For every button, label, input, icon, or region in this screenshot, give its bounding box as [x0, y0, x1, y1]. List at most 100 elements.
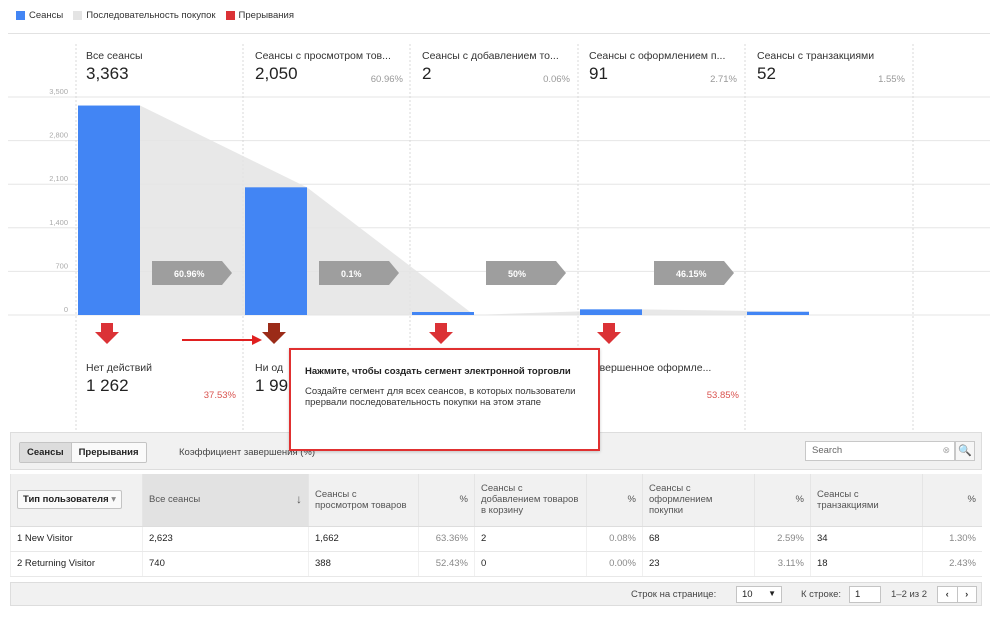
tab-sessions[interactable]: Сеансы — [20, 443, 71, 462]
dropoff-pct: 53.85% — [706, 390, 739, 401]
dropoff-arrow-icon — [429, 323, 453, 344]
stage-name: Сеансы с просмотром тов... — [255, 50, 391, 62]
cell-value: 2 — [474, 526, 587, 552]
dropoff-name: завершенное оформле... — [589, 362, 712, 374]
search-icon[interactable]: 🔍 — [955, 441, 975, 461]
conversion-rate-label: 60.96% — [174, 269, 205, 279]
goto-row-label: К строке: — [801, 589, 842, 600]
stage-header-transactions[interactable]: Сеансы с транзакциями 52 1.55% — [751, 46, 915, 98]
col-header-all-sessions[interactable]: Все сеансы ↓ — [142, 474, 309, 527]
goto-row-input[interactable]: 1 — [849, 586, 881, 603]
col-header-product-view[interactable]: Сеансы с просмотром товаров — [308, 474, 419, 527]
cell-pct: 0.00% — [586, 551, 643, 577]
rows-per-page-label: Строк на странице: — [631, 589, 717, 600]
dimension-header: Тип пользователя ▾ — [10, 474, 143, 527]
stage-header-add-to-cart[interactable]: Сеансы с добавлением то... 2 0.06% — [416, 46, 580, 98]
col-header-checkout[interactable]: Сеансы с оформлением покупки — [642, 474, 755, 527]
col-label: Все сеансы — [149, 494, 201, 506]
y-tick-label: 700 — [55, 261, 68, 270]
col-header-transactions[interactable]: Сеансы с транзакциями — [810, 474, 923, 527]
col-header-pct[interactable]: % — [754, 474, 811, 527]
stage-name: Все сеансы — [86, 50, 143, 62]
funnel-shading — [307, 187, 474, 315]
cell-value: 23 — [642, 551, 755, 577]
cell-pct: 1.30% — [922, 526, 982, 552]
cell-value: 68 — [642, 526, 755, 552]
stage-pct: 1.55% — [878, 74, 905, 85]
view-toggle: Сеансы Прерывания — [19, 442, 147, 463]
conversion-rate-label: 46.15% — [676, 269, 707, 279]
cell-value: 388 — [308, 551, 419, 577]
cell-value: 2,623 — [142, 526, 309, 552]
dropoff-arrow-icon — [95, 323, 119, 344]
pager-buttons: ‹ › — [937, 586, 977, 603]
dimension-label: Тип пользователя — [23, 494, 109, 506]
dropoff-arrow-icon — [597, 323, 621, 344]
dimension-select[interactable]: Тип пользователя ▾ — [17, 490, 123, 510]
page-range: 1–2 из 2 — [891, 589, 928, 600]
chevron-down-icon: ▾ — [111, 494, 117, 506]
cell-value: 740 — [142, 551, 309, 577]
clear-icon[interactable]: ⊗ — [942, 445, 950, 456]
search-input[interactable]: Search ⊗ — [805, 441, 955, 461]
col-header-pct[interactable]: % — [922, 474, 982, 527]
cell-value: 0 — [474, 551, 587, 577]
rows-per-page-value: 10 — [742, 589, 753, 600]
rows-per-page-select[interactable]: 10 ▼ — [736, 586, 782, 603]
annotation-arrowhead — [252, 335, 262, 345]
create-segment-tooltip[interactable]: Нажмите, чтобы создать сегмент электронн… — [289, 348, 600, 451]
funnel-bar — [412, 312, 474, 315]
table-header-row: Тип пользователя ▾ Все сеансы ↓ Сеансы с… — [10, 474, 982, 527]
stage-name: Сеансы с оформлением п... — [589, 50, 726, 62]
stage-name: Сеансы с транзакциями — [757, 50, 875, 62]
cell-value: 18 — [810, 551, 923, 577]
cell-pct: 3.11% — [754, 551, 811, 577]
table-row: 1 New Visitor 2,623 1,662 63.36% 2 0.08%… — [10, 526, 982, 552]
cell-pct: 2.59% — [754, 526, 811, 552]
funnel-bar — [747, 311, 809, 315]
col-header-pct[interactable]: % — [418, 474, 475, 527]
sort-arrow-icon: ↓ — [296, 492, 302, 507]
y-tick-label: 2,800 — [49, 131, 68, 140]
y-tick-label: 2,100 — [49, 174, 68, 183]
cell-pct: 0.08% — [586, 526, 643, 552]
cell-dimension[interactable]: 1 New Visitor — [10, 526, 143, 552]
col-header-add-to-cart[interactable]: Сеансы с добавлением товаров в корзину — [474, 474, 587, 527]
dropoff-name: Нет действий — [86, 362, 152, 374]
next-page-button[interactable]: › — [956, 587, 977, 602]
conversion-rate-label: 50% — [508, 269, 526, 279]
funnel-bar — [78, 105, 140, 315]
dropoff-arrow-icon — [262, 323, 286, 344]
dropoff-box-checkout[interactable]: завершенное оформле... 9 53.85% — [583, 354, 747, 416]
dropoff-box-no-action[interactable]: Нет действий 1 262 37.53% — [80, 354, 244, 416]
cell-value: 1,662 — [308, 526, 419, 552]
y-tick-label: 0 — [64, 305, 68, 314]
stage-value: 3,363 — [86, 64, 129, 83]
prev-page-button[interactable]: ‹ — [938, 587, 957, 602]
table-pager: Строк на странице: 10 ▼ К строке: 1 1–2 … — [10, 582, 982, 606]
tab-abandonments[interactable]: Прерывания — [70, 443, 146, 462]
tooltip-title: Нажмите, чтобы создать сегмент электронн… — [305, 366, 571, 377]
stage-header-all[interactable]: Все сеансы 3,363 — [80, 46, 244, 98]
chevron-down-icon: ▼ — [768, 589, 776, 598]
cell-pct: 2.43% — [922, 551, 982, 577]
stage-header-product-view[interactable]: Сеансы с просмотром тов... 2,050 60.96% — [249, 46, 413, 98]
col-header-pct[interactable]: % — [586, 474, 643, 527]
y-tick-label: 1,400 — [49, 218, 68, 227]
stage-name: Сеансы с добавлением то... — [422, 50, 559, 62]
dropoff-pct: 37.53% — [203, 390, 236, 401]
stage-pct: 60.96% — [370, 74, 403, 85]
stage-pct: 0.06% — [543, 74, 570, 85]
tooltip-body: Создайте сегмент для всех сеансов, в кот… — [305, 386, 576, 408]
cell-value: 34 — [810, 526, 923, 552]
cell-pct: 52.43% — [418, 551, 475, 577]
search-placeholder: Search — [812, 445, 843, 456]
funnel-bar — [245, 187, 307, 315]
stage-header-checkout[interactable]: Сеансы с оформлением п... 91 2.71% — [583, 46, 747, 98]
stage-pct: 2.71% — [710, 74, 737, 85]
conversion-rate-label: 0.1% — [341, 269, 362, 279]
data-table: Тип пользователя ▾ Все сеансы ↓ Сеансы с… — [10, 474, 982, 577]
cell-dimension[interactable]: 2 Returning Visitor — [10, 551, 143, 577]
table-row: 2 Returning Visitor 740 388 52.43% 0 0.0… — [10, 551, 982, 577]
y-tick-label: 3,500 — [49, 87, 68, 96]
